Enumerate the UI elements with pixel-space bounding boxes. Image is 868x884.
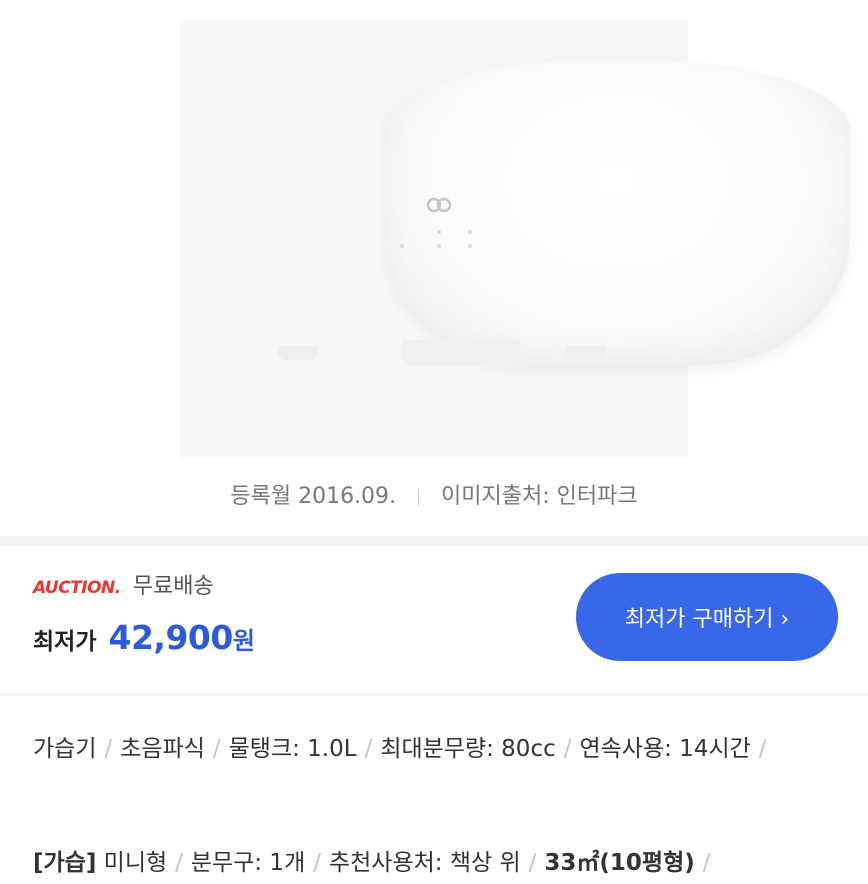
- price-row: 최저가 42,900원: [33, 618, 255, 657]
- control-dot-icon: [400, 244, 404, 248]
- spec-separator: /: [702, 850, 711, 876]
- control-dot-icon: [437, 244, 441, 248]
- spec-item: 미니형: [103, 850, 168, 876]
- spec-tag: [가습]: [33, 850, 97, 876]
- spec-separator: /: [212, 736, 221, 762]
- brand-logo-icon: [425, 197, 453, 217]
- spec-separator: /: [563, 736, 572, 762]
- spec-item: 초음파식: [120, 736, 205, 762]
- control-dot-icon: [468, 244, 472, 248]
- spec-separator: /: [175, 850, 183, 876]
- shipping-info: 무료배송: [132, 574, 214, 599]
- section-divider: [0, 694, 868, 695]
- registered-date: 등록월 2016.09.: [230, 484, 397, 509]
- humidifier-body: [384, 60, 850, 365]
- price-value: 42,900: [108, 618, 233, 657]
- price-unit: 원: [232, 627, 255, 655]
- humidifier-foot: [566, 346, 606, 360]
- product-photo[interactable]: [180, 20, 850, 458]
- humidifier-foot: [278, 346, 318, 360]
- spec-separator: /: [364, 736, 373, 762]
- spec-list-secondary: [가습] 미니형 / 분무구: 1개 / 추천사용처: 책상 위 / 33㎡(10평형) /: [33, 842, 843, 884]
- spec-separator: /: [758, 736, 767, 762]
- spec-item: 33㎡(10평형): [544, 850, 695, 876]
- control-dot-icon: [437, 230, 441, 234]
- price-label: 최저가: [33, 629, 97, 655]
- spec-item: 분무구: 1개: [190, 850, 306, 876]
- spec-item: 추천사용처: 책상 위: [328, 850, 521, 876]
- image-caption: 등록월 2016.09. 이미지출처: 인터파크: [0, 478, 868, 510]
- section-divider: [0, 536, 868, 546]
- spec-item: 물탱크: 1.0L: [228, 736, 357, 762]
- spec-list: 가습기 / 초음파식 / 물탱크: 1.0L / 최대분무량: 80cc / 연속사용: 14시…: [33, 728, 843, 770]
- auction-logo[interactable]: AUCTION.: [33, 578, 121, 598]
- buy-lowest-price-button[interactable]: 최저가 구매하기 ›: [576, 573, 838, 661]
- spec-separator: /: [528, 850, 537, 876]
- humidifier-base: [402, 340, 520, 366]
- spec-separator: /: [104, 736, 113, 762]
- image-source: 이미지출처: 인터파크: [441, 484, 638, 509]
- seller-info: AUCTION. 무료배송: [33, 568, 214, 600]
- spec-separator: /: [313, 850, 321, 876]
- spec-item: 최대분무량: 80cc: [380, 736, 556, 762]
- spec-item: 가습기: [33, 736, 97, 762]
- spec-item: 연속사용: 14시간: [579, 736, 751, 762]
- product-image-area: [0, 0, 868, 462]
- caption-divider: [418, 489, 420, 505]
- control-dot-icon: [468, 230, 472, 234]
